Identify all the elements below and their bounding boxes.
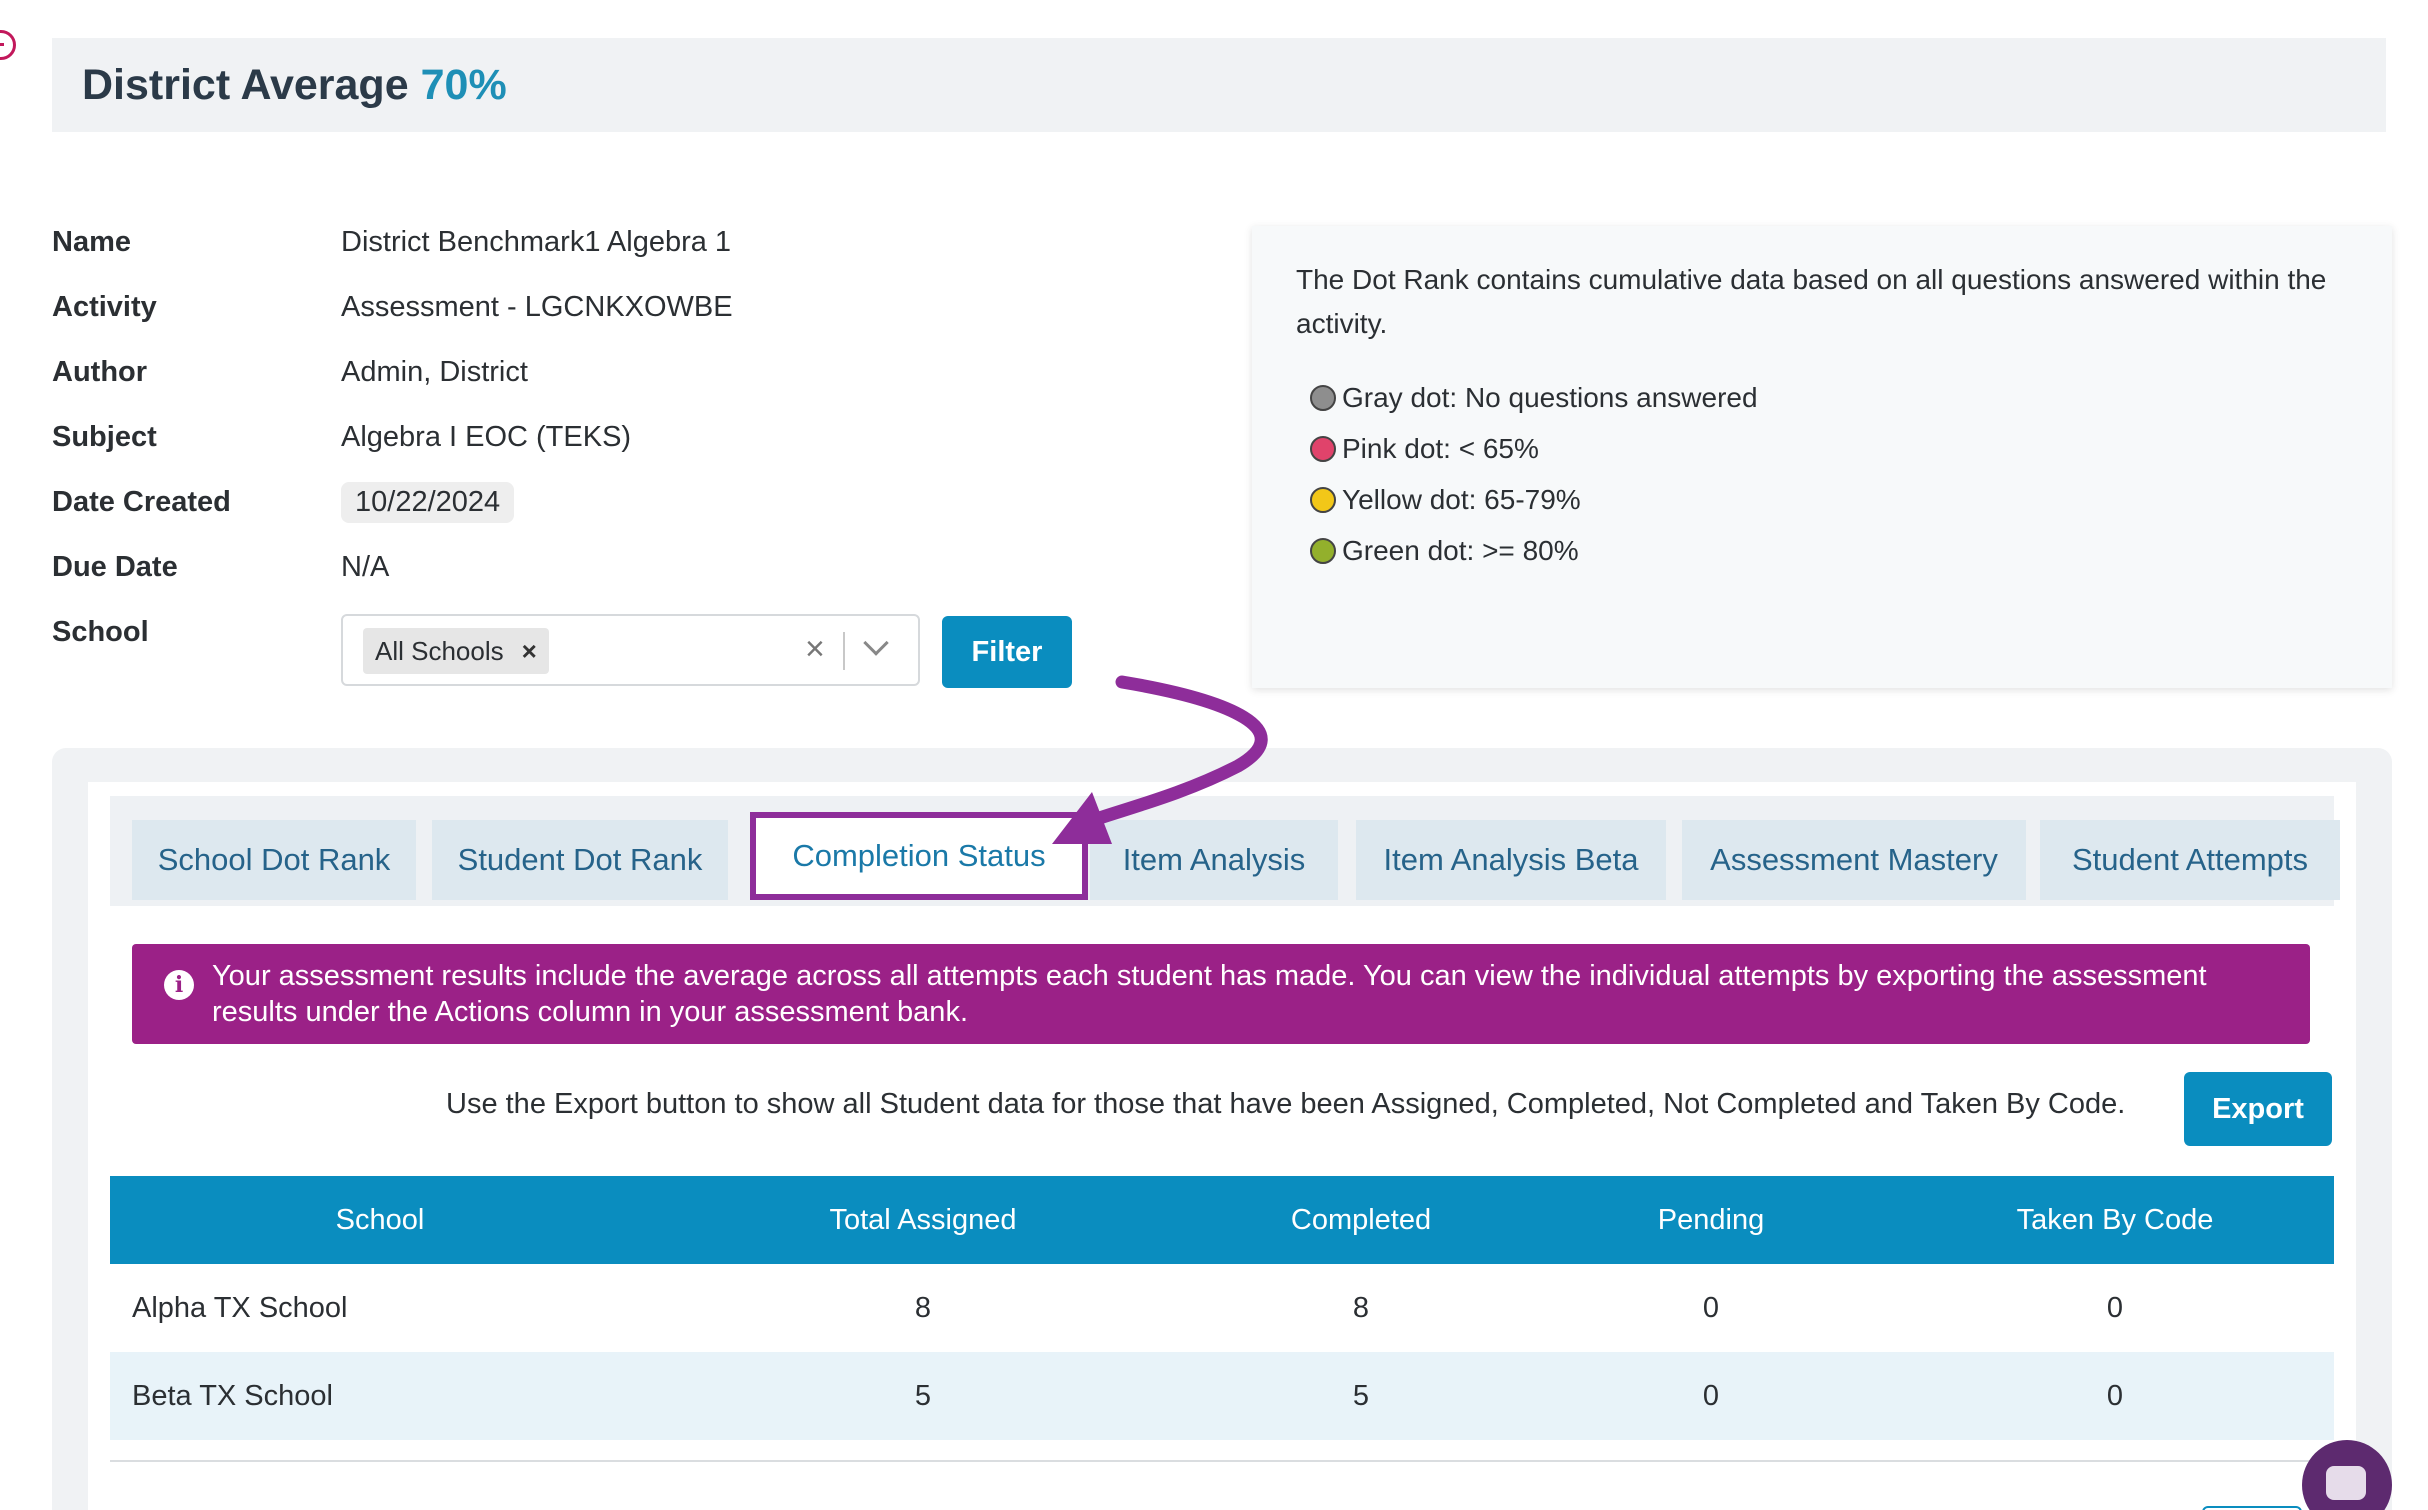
column-header-school[interactable]: School (110, 1176, 650, 1264)
legend-label: Yellow dot: 65-79% (1342, 483, 1581, 515)
legend-label: Gray dot: No questions answered (1342, 381, 1758, 413)
cell-total-assigned: 5 (914, 1379, 932, 1412)
results-card-body: School Dot Rank Student Dot Rank Complet… (88, 782, 2356, 1510)
info-value: Algebra I EOC (TEKS) (341, 420, 632, 453)
info-value: District Benchmark1 Algebra 1 (341, 225, 732, 258)
table-row: Alpha TX School 8 8 0 0 (110, 1264, 2334, 1352)
info-label: Due Date (52, 550, 178, 583)
tab-student-dot-rank[interactable]: Student Dot Rank (432, 820, 728, 900)
legend-item-yellow: Yellow dot: 65-79% (1310, 474, 2348, 525)
info-label: Author (52, 355, 148, 388)
export-button[interactable]: Export (2184, 1072, 2332, 1146)
alert-message: Your assessment results include the aver… (212, 960, 2207, 1028)
school-multiselect[interactable]: All Schools × × (341, 614, 920, 686)
district-average-header: District Average 70% (52, 38, 2386, 132)
chat-bubble-icon (2326, 1466, 2366, 1500)
info-value: Assessment - LGCNKXOWBE (341, 290, 733, 323)
info-label: Name (52, 225, 131, 258)
pink-dot-icon (1310, 435, 1336, 462)
tab-completion-status[interactable]: Completion Status (750, 812, 1088, 900)
cell-total-assigned: 8 (914, 1291, 932, 1324)
cell-school: Alpha TX School (132, 1291, 348, 1324)
school-chip-label: All Schools (375, 635, 504, 666)
report-tabs: School Dot Rank Student Dot Rank Complet… (110, 796, 2340, 906)
column-header-taken-by-code[interactable]: Taken By Code (1896, 1176, 2334, 1264)
select-divider (843, 632, 845, 670)
info-icon: i (164, 970, 194, 1000)
table-row: Beta TX School 5 5 0 0 (110, 1352, 2334, 1440)
yellow-dot-icon (1310, 486, 1336, 513)
legend-label: Pink dot: < 65% (1342, 432, 1539, 464)
tab-student-attempts[interactable]: Student Attempts (2040, 820, 2340, 900)
info-value: N/A (341, 550, 390, 583)
cell-school: Beta TX School (132, 1379, 333, 1412)
cell-pending: 0 (1702, 1291, 1720, 1324)
cell-completed: 5 (1352, 1379, 1370, 1412)
tab-assessment-mastery[interactable]: Assessment Mastery (1682, 820, 2026, 900)
info-value: Admin, District (341, 355, 528, 388)
partial-button[interactable] (2202, 1506, 2302, 1510)
clear-selection-icon[interactable]: × (805, 630, 825, 669)
tab-item-analysis-beta[interactable]: Item Analysis Beta (1356, 820, 1666, 900)
legend-item-gray: Gray dot: No questions answered (1310, 372, 2348, 423)
dot-rank-description: The Dot Rank contains cumulative data ba… (1296, 264, 2327, 339)
tab-item-analysis[interactable]: Item Analysis (1090, 820, 1338, 900)
page-title: District Average (82, 60, 409, 109)
chevron-down-icon[interactable] (863, 630, 889, 656)
cell-completed: 8 (1352, 1291, 1370, 1324)
dot-rank-legend: Gray dot: No questions answered Pink dot… (1296, 372, 2348, 576)
cell-pending: 0 (1702, 1379, 1720, 1412)
column-header-total-assigned[interactable]: Total Assigned (650, 1176, 1196, 1264)
table-divider (110, 1460, 2334, 1462)
export-description: Use the Export button to show all Studen… (446, 1088, 2126, 1120)
column-header-completed[interactable]: Completed (1196, 1176, 1526, 1264)
cell-taken-by-code: 0 (2106, 1379, 2124, 1412)
green-dot-icon (1310, 537, 1336, 564)
minus-circle-icon[interactable] (0, 30, 16, 60)
gray-dot-icon (1310, 384, 1336, 411)
cell-taken-by-code: 0 (2106, 1291, 2124, 1324)
filter-button[interactable]: Filter (942, 616, 1072, 688)
legend-item-green: Green dot: >= 80% (1310, 525, 2348, 576)
info-label: Subject (52, 420, 157, 453)
date-created-badge: 10/22/2024 (341, 481, 515, 523)
chip-remove-icon[interactable]: × (522, 636, 537, 667)
attempts-info-alert: i Your assessment results include the av… (132, 944, 2310, 1044)
table-header: School Total Assigned Completed Pending … (110, 1176, 2334, 1264)
column-header-pending[interactable]: Pending (1526, 1176, 1896, 1264)
legend-item-pink: Pink dot: < 65% (1310, 423, 2348, 474)
info-label: School (52, 615, 149, 648)
tab-school-dot-rank[interactable]: School Dot Rank (132, 820, 416, 900)
info-label: Activity (52, 290, 157, 323)
school-chip: All Schools × (363, 628, 549, 674)
legend-label: Green dot: >= 80% (1342, 534, 1579, 566)
info-label: Date Created (52, 485, 231, 518)
results-card: School Dot Rank Student Dot Rank Complet… (52, 748, 2392, 1510)
completion-status-table: School Total Assigned Completed Pending … (110, 1176, 2334, 1440)
dot-rank-legend-panel: The Dot Rank contains cumulative data ba… (1252, 226, 2392, 688)
district-average-value: 70% (420, 60, 507, 109)
